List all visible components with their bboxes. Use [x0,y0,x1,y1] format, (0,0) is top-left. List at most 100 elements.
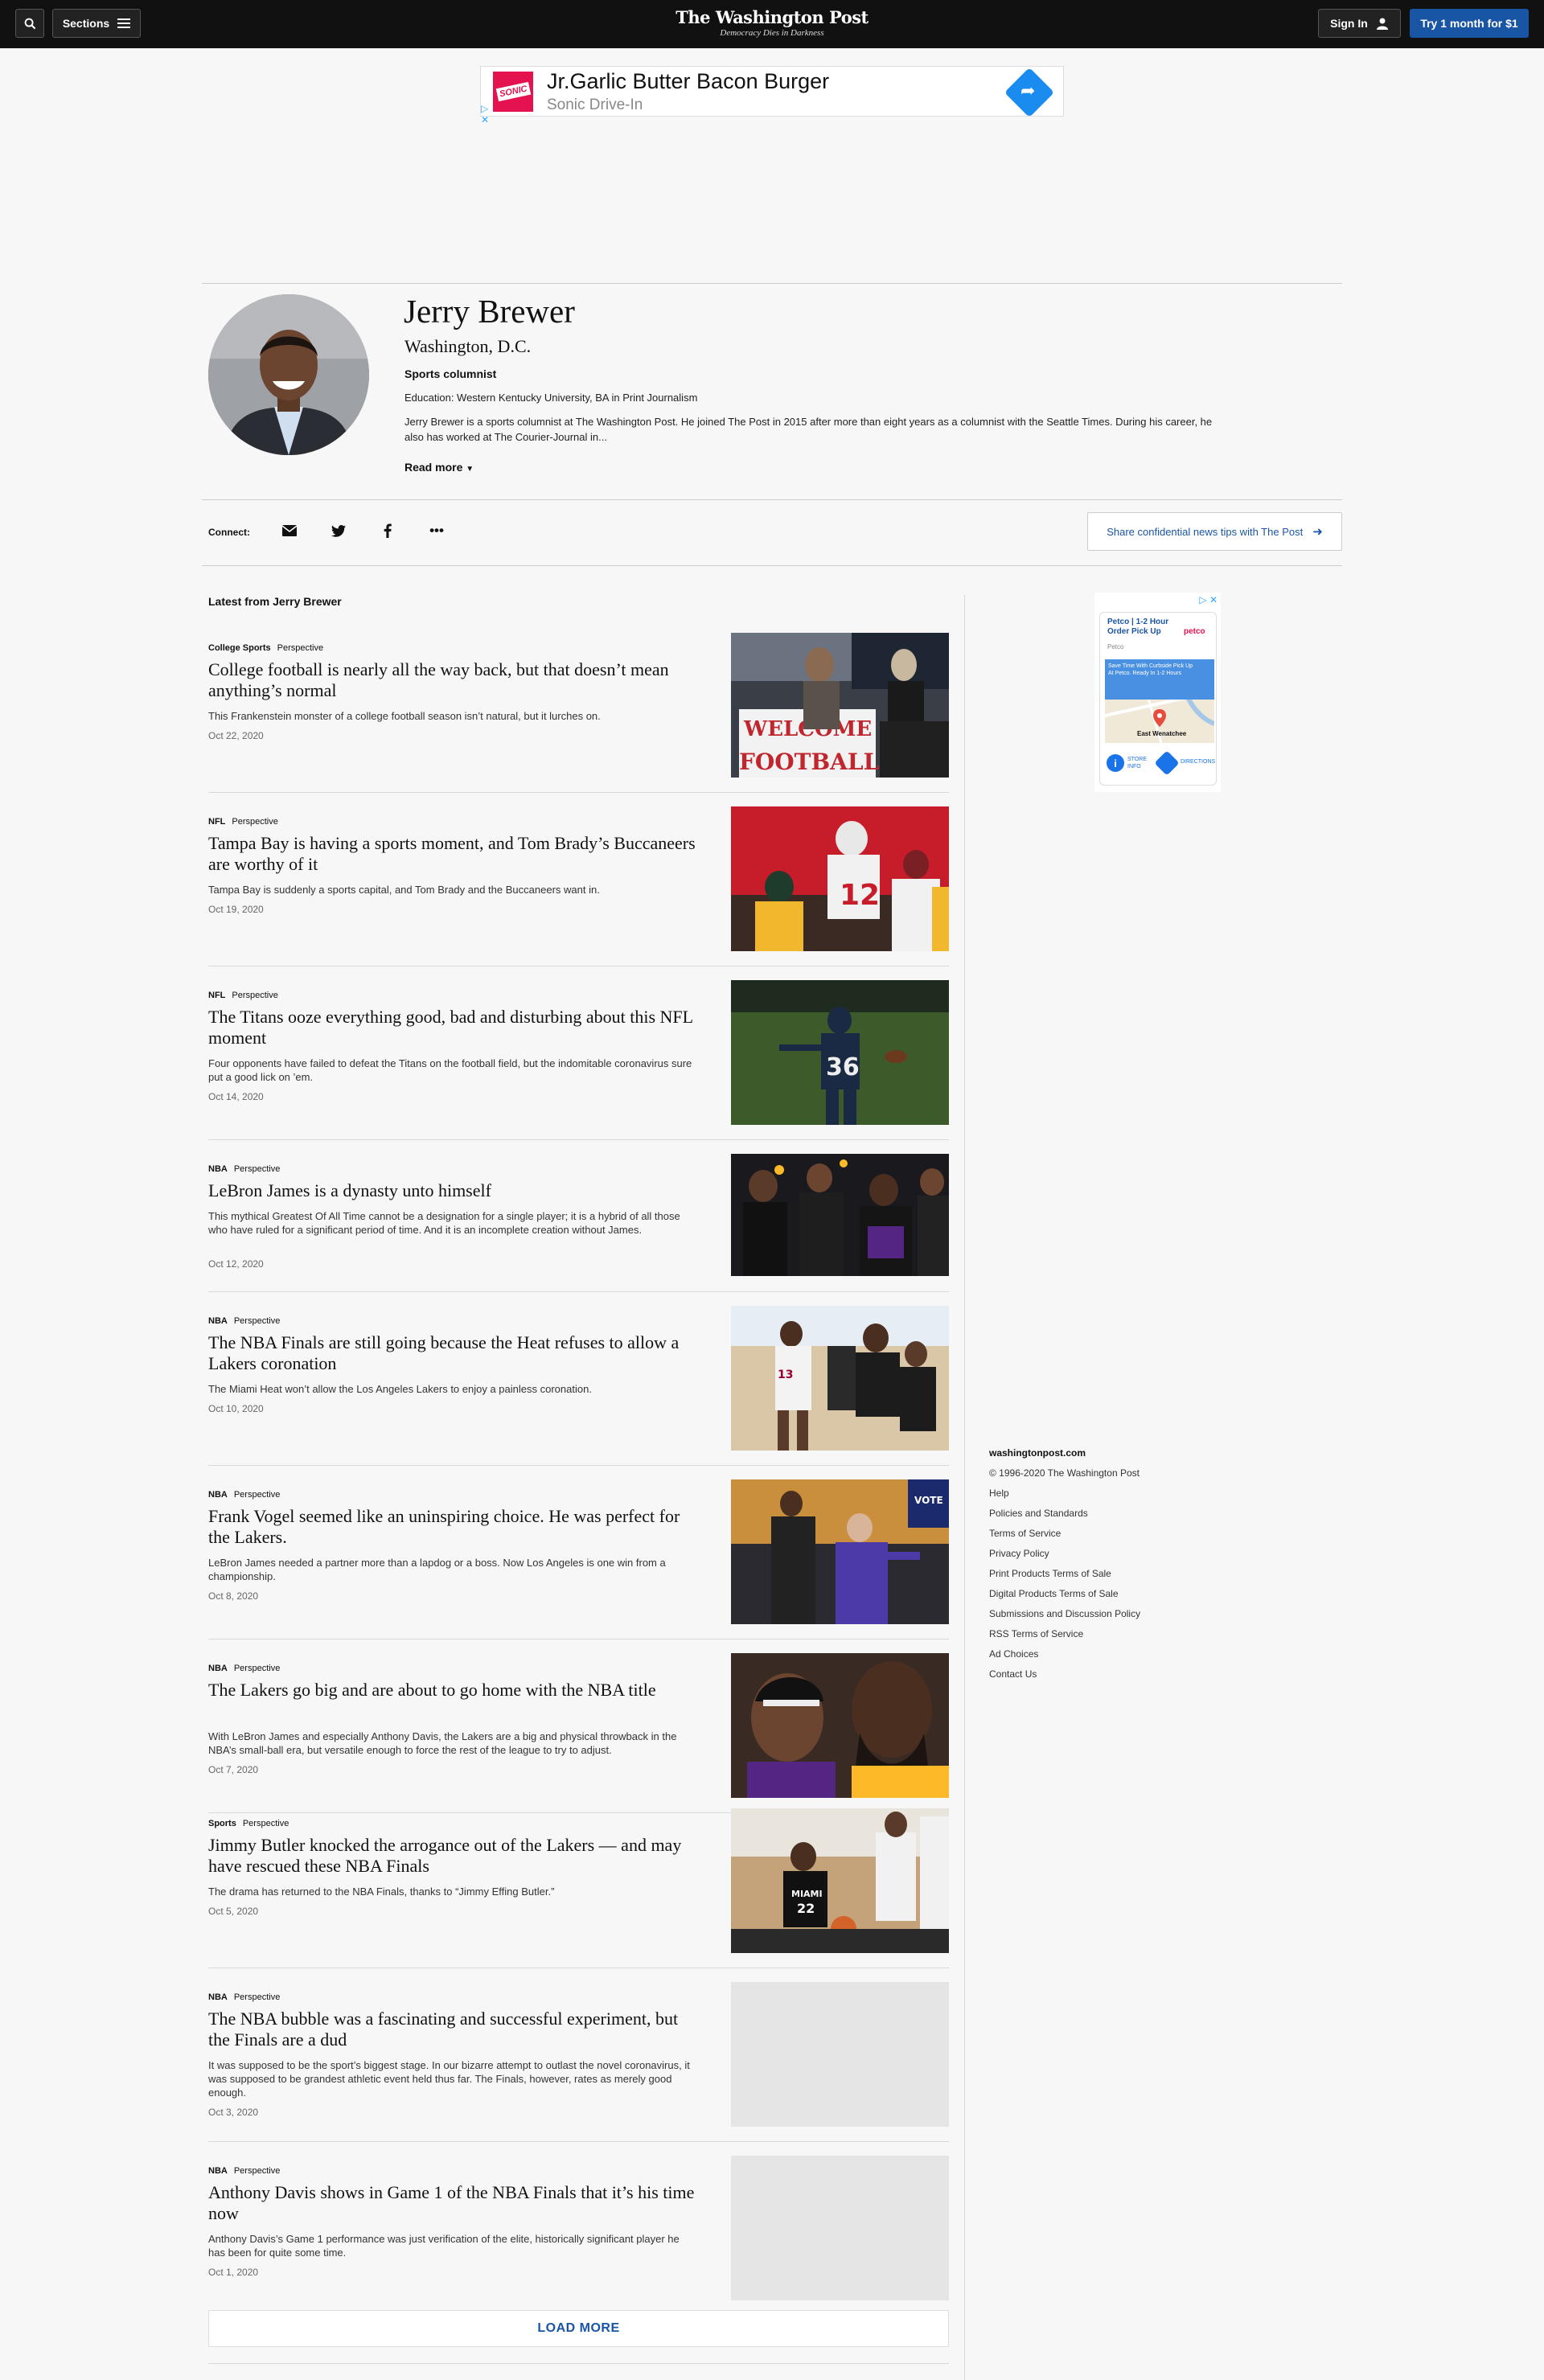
article-image[interactable] [731,1154,949,1276]
article-title[interactable]: Tampa Bay is having a sports moment, and… [208,833,699,875]
article-item[interactable]: Sports Perspective Jimmy Butler knocked t… [208,1808,949,1968]
article-section[interactable]: College Sports [208,643,271,653]
load-more-button[interactable]: LOAD MORE [208,2310,949,2347]
article-title[interactable]: Anthony Davis shows in Game 1 of the NBA… [208,2182,699,2224]
article-item[interactable]: NBA Perspective Anthony Davis shows in Ga… [208,2156,949,2303]
adchoices-icon[interactable]: ▷ ✕ [481,103,489,125]
qb-jersey-number: 12 [840,879,880,912]
article-section[interactable]: NBA [208,1164,228,1174]
article-blurb: LeBron James needed a partner more than … [208,1557,666,1582]
titans-jersey-number: 36 [826,1053,860,1081]
search-button[interactable] [15,9,44,38]
latest-heading: Latest from Jerry Brewer [208,595,342,608]
article-title[interactable]: LeBron James is a dynasty unto himself [208,1180,699,1201]
ad-title: Jr.Garlic Butter Bacon Burger [547,69,830,93]
article-image[interactable]: 36 [731,980,949,1125]
footer-link-digital-terms[interactable]: Digital Products Terms of Sale [989,1588,1140,1608]
article-divider [208,1465,949,1466]
washington-post-logo[interactable]: The Washington Post Democracy Dies in Da… [651,7,893,38]
article-section[interactable]: NBA [208,1490,228,1500]
more-options-icon[interactable]: ••• [428,522,446,540]
article-section[interactable]: NFL [208,817,225,827]
article-title[interactable]: The NBA Finals are still going because t… [208,1332,699,1374]
article-date: Oct 22, 2020 [208,730,264,741]
subscribe-button[interactable]: Try 1 month for $1 [1410,9,1529,38]
email-icon[interactable] [281,522,298,540]
footer-link-submissions[interactable]: Submissions and Discussion Policy [989,1608,1140,1628]
article-section[interactable]: NFL [208,991,225,1000]
article-type: Perspective [233,1316,281,1326]
vote-banner-text: VOTE [914,1495,943,1506]
sidebar-ad-map[interactable]: Save Time With Curbside Pick Up At Petco… [1105,659,1214,743]
article-item[interactable]: NFL Perspective Tampa Bay is having a spo… [208,806,949,966]
store-info-link[interactable]: STORE INFO [1127,756,1152,770]
article-item[interactable]: College Sports Perspective College footba… [208,633,949,792]
article-title[interactable]: College football is nearly all the way b… [208,659,699,701]
article-type: Perspective [233,1164,281,1174]
footer-link-terms[interactable]: Terms of Service [989,1528,1140,1548]
article-image[interactable] [731,1653,949,1798]
article-image[interactable]: 13 [731,1306,949,1451]
read-more-button[interactable]: Read more ▼ [404,461,474,474]
footer-link-privacy[interactable]: Privacy Policy [989,1548,1140,1568]
sidebar-ad-title: Petco | 1-2 Hour Order Pick Up [1107,618,1169,636]
article-item[interactable]: NFL Perspective The Titans ooze everythin… [208,980,949,1139]
footer-link-policies[interactable]: Policies and Standards [989,1508,1140,1528]
footer-link-ad-choices[interactable]: Ad Choices [989,1648,1140,1668]
svg-text:MIAMI: MIAMI [791,1889,823,1899]
football-sign-text: FOOTBALL [739,749,880,775]
article-title[interactable]: Frank Vogel seemed like an uninspiring c… [208,1506,699,1548]
hamburger-icon [117,18,131,28]
sidebar-ad-brand: Petco [1107,643,1124,650]
article-image-placeholder[interactable] [731,2156,949,2300]
article-image[interactable]: 12 [731,806,949,951]
article-section[interactable]: NBA [208,1992,228,2002]
article-title[interactable]: The NBA bubble was a fascinating and suc… [208,2009,699,2050]
facebook-icon[interactable] [379,522,396,540]
adchoices-icon[interactable]: ▷ ✕ [1199,594,1218,605]
footer-link-contact[interactable]: Contact Us [989,1668,1140,1689]
ad-banner[interactable]: ▷ ✕ SONIC Jr.Garlic Butter Bacon Burger S… [480,66,1064,125]
directions-icon[interactable] [1154,750,1180,776]
column-divider [964,595,965,2380]
footer-brand[interactable]: washingtonpost.com [989,1447,1140,1467]
article-divider [208,2141,949,2142]
sidebar-ad-card[interactable]: Petco | 1-2 Hour Order Pick Up petco Pet… [1099,612,1217,786]
article-section[interactable]: NBA [208,1664,228,1673]
article-title[interactable]: The Lakers go big and are about to go ho… [208,1680,699,1701]
article-image[interactable]: MIAMI 22 [731,1808,949,1953]
article-item[interactable]: NBA Perspective Frank Vogel seemed like a… [208,1479,949,1639]
article-date: Oct 10, 2020 [208,1403,264,1414]
article-blurb: Four opponents have failed to defeat the… [208,1057,692,1083]
user-icon [1376,18,1388,30]
twitter-icon[interactable] [330,522,347,540]
divider [202,283,1342,284]
footer-link-rss[interactable]: RSS Terms of Service [989,1628,1140,1648]
article-section[interactable]: NBA [208,2166,228,2176]
article-section[interactable]: NBA [208,1316,228,1326]
article-item[interactable]: NBA Perspective The Lakers go big and are… [208,1653,949,1812]
sidebar-ad[interactable]: ▷ ✕ Petco | 1-2 Hour Order Pick Up petco… [1094,593,1221,792]
sign-in-button[interactable]: Sign In [1318,9,1401,38]
article-image-placeholder[interactable] [731,1982,949,2127]
map-place-label: East Wenatchee [1137,730,1187,737]
directions-link[interactable]: DIRECTIONS [1181,759,1215,765]
sections-menu-button[interactable]: Sections [52,9,141,38]
article-blurb: Anthony Davis’s Game 1 performance was j… [208,2233,680,2259]
info-icon[interactable]: i [1107,754,1124,772]
article-image[interactable]: VOTE [731,1479,949,1624]
article-image[interactable]: WELCOME FOOTBALL [731,633,949,778]
article-meta: NBA Perspective [208,1490,280,1500]
article-title[interactable]: The Titans ooze everything good, bad and… [208,1007,699,1048]
sidebar-ad-map-text: Save Time With Curbside Pick Up At Petco… [1108,663,1193,676]
article-item[interactable]: NBA Perspective The NBA bubble was a fasc… [208,1982,949,2141]
news-tips-button[interactable]: Share confidential news tips with The Po… [1087,512,1342,551]
article-item[interactable]: NBA Perspective The NBA Finals are still … [208,1306,949,1465]
divider [202,565,1342,566]
footer-link-print-terms[interactable]: Print Products Terms of Sale [989,1568,1140,1588]
article-title[interactable]: Jimmy Butler knocked the arrogance out o… [208,1835,699,1877]
footer-link-help[interactable]: Help [989,1488,1140,1508]
logo-name: The Washington Post [676,7,868,27]
article-section[interactable]: Sports [208,1819,236,1828]
article-item[interactable]: NBA Perspective LeBron James is a dynasty… [208,1154,949,1299]
